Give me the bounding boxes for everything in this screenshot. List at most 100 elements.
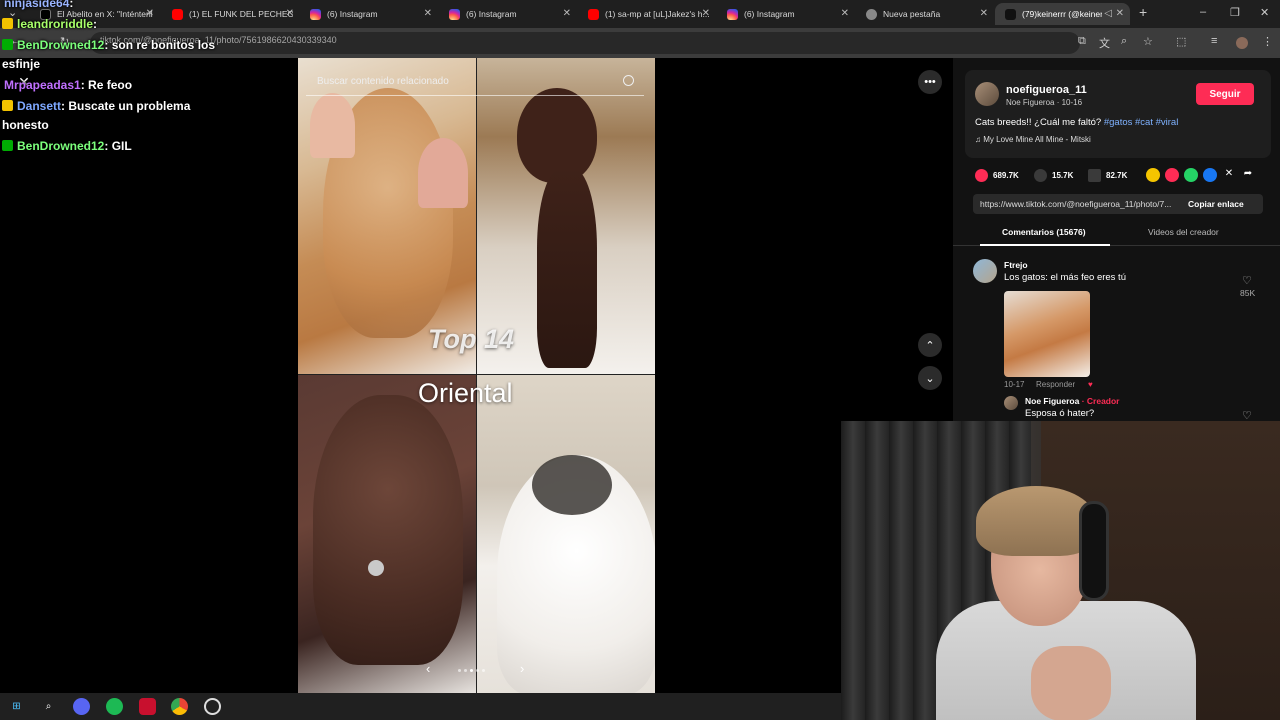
browser-tab-3[interactable]: (6) Instagram ✕ [300, 3, 438, 25]
comment-icon[interactable] [1034, 169, 1047, 182]
youtube-icon [588, 8, 599, 20]
crown-badge-icon [2, 100, 13, 111]
reply-avatar[interactable] [1004, 396, 1018, 410]
browser-tab-6[interactable]: (6) Instagram ✕ [717, 3, 855, 25]
copy-link-button[interactable]: Copiar enlace [1188, 199, 1244, 209]
tab-creator-videos[interactable]: Videos del creador [1148, 227, 1219, 237]
install-icon[interactable]: ⧉ [1078, 35, 1086, 48]
browser-tab-7[interactable]: Nueva pestaña ✕ [856, 3, 994, 25]
new-tab-button[interactable]: + [1139, 4, 1147, 20]
follow-button[interactable]: Seguir [1196, 83, 1254, 105]
close-tab-icon[interactable]: ✕ [424, 8, 432, 19]
stream-app-icon[interactable] [139, 698, 156, 715]
close-tab-icon[interactable]: ✕ [1116, 8, 1124, 19]
search-taskbar-icon[interactable]: ⌕ [40, 698, 57, 715]
mod-badge-icon [2, 140, 13, 151]
chat-message: ninjaside64: [4, 0, 74, 10]
author-username[interactable]: noefigueroa_11 [1006, 84, 1087, 96]
close-tab-icon[interactable]: ✕ [841, 8, 849, 19]
extensions-icon[interactable]: ⬚ [1176, 35, 1186, 48]
close-tab-icon[interactable]: ✕ [286, 8, 294, 19]
author-display-name: Noe Figueroa · 10-16 [1006, 98, 1083, 107]
comment-like-icon[interactable]: ♡ [1242, 274, 1252, 287]
commenter-avatar[interactable] [973, 259, 997, 283]
reply-text: Esposa ó hater? [1025, 408, 1095, 419]
chat-message-continuation: honesto [2, 118, 49, 132]
like-stat[interactable]: 689.7K [975, 169, 1019, 182]
webcam-overlay [841, 421, 1280, 720]
photo-carousel[interactable]: Buscar contenido relacionado Top 14 Orie… [298, 58, 655, 693]
share-arrow-icon[interactable]: ➦ [1241, 168, 1255, 182]
chrome-icon [866, 8, 877, 20]
cat-bell [368, 560, 384, 576]
comment-like-count: 85K [1240, 288, 1256, 298]
cat-photo-3 [298, 375, 476, 693]
reply-author: Noe Figueroa · Creador [1025, 396, 1120, 406]
translate-icon[interactable]: 文 [1099, 35, 1110, 51]
chat-message: Dansett: Buscate un problema [2, 99, 190, 113]
more-options-icon[interactable]: ••• [918, 70, 942, 94]
carousel-next-icon[interactable]: › [520, 661, 524, 676]
browser-tab-strip: ⌄ El Abelito en X: "Inténtenlo... ✕ (1) … [0, 0, 1280, 28]
minimize-icon[interactable]: – [1200, 6, 1206, 18]
reply-button[interactable]: Responder [1036, 380, 1075, 389]
author-avatar[interactable] [975, 82, 999, 106]
carousel-dot[interactable] [482, 669, 485, 672]
cat-ear [418, 138, 468, 208]
heart-icon[interactable] [975, 169, 988, 182]
obs-icon[interactable] [204, 698, 221, 715]
cat-body [537, 168, 597, 368]
repost-icon[interactable] [1165, 168, 1179, 182]
creator-liked-icon: ♥ [1088, 380, 1093, 389]
whatsapp-icon[interactable] [1184, 168, 1198, 182]
tab-comments[interactable]: Comentarios (15676) [1002, 227, 1086, 237]
carousel-dot-active[interactable] [470, 669, 473, 672]
facebook-icon[interactable] [1203, 168, 1217, 182]
close-tab-icon[interactable]: ✕ [702, 8, 710, 19]
chat-message: leandroriddle: [2, 17, 97, 31]
mute-tab-icon[interactable]: ◁ [1104, 8, 1112, 19]
media-icon[interactable]: ≡ [1211, 35, 1217, 47]
close-tab-icon[interactable]: ✕ [146, 8, 154, 19]
carousel-dot[interactable] [458, 669, 461, 672]
post-hashtags[interactable]: #gatos #cat #viral [1104, 117, 1178, 128]
browser-tab-8-active[interactable]: (79)keinerrr (@keinerrr... ◁ ✕ [995, 3, 1130, 25]
next-post-button[interactable]: ⌄ [918, 366, 942, 390]
cat-ear [310, 93, 355, 158]
bookmark-star-icon[interactable]: ☆ [1143, 35, 1153, 48]
chat-message: BenDrowned12: GIL [2, 139, 132, 153]
x-share-icon[interactable]: ✕ [1222, 168, 1236, 182]
carousel-dot[interactable] [476, 669, 479, 672]
bookmark-icon[interactable] [1088, 169, 1101, 182]
screen: ⌄ El Abelito en X: "Inténtenlo... ✕ (1) … [0, 0, 1280, 720]
comment-stat[interactable]: 15.7K [1034, 169, 1073, 182]
close-tab-icon[interactable]: ✕ [980, 8, 988, 19]
profile-avatar[interactable] [1236, 37, 1248, 49]
close-tab-icon[interactable]: ✕ [563, 8, 571, 19]
browser-tab-5[interactable]: (1) sa-mp at [uL]Jakez's h... ✕ [578, 3, 716, 25]
post-music[interactable]: ♫ My Love Mine All Mine - Mitski [975, 135, 1091, 144]
carousel-dots [458, 669, 485, 672]
post-link-text: https://www.tiktok.com/@noefigueroa_11/p… [980, 199, 1172, 209]
zoom-icon[interactable]: ⌕ [1121, 35, 1127, 48]
browser-tab-2[interactable]: (1) EL FUNK DEL PECHEO ✕ [162, 3, 300, 25]
spotify-icon[interactable] [106, 698, 123, 715]
windows-start-icon[interactable]: ⊞ [8, 698, 25, 715]
search-icon[interactable] [623, 75, 634, 86]
coin-share-icon[interactable] [1146, 168, 1160, 182]
carousel-prev-icon[interactable]: ‹ [426, 661, 430, 676]
discord-icon[interactable] [73, 698, 90, 715]
carousel-dot[interactable] [464, 669, 467, 672]
save-stat[interactable]: 82.7K [1088, 169, 1127, 182]
comment-photo[interactable] [1004, 291, 1090, 377]
previous-post-button[interactable]: ⌃ [918, 333, 942, 357]
browser-tab-4[interactable]: (6) Instagram ✕ [439, 3, 577, 25]
chrome-taskbar-icon[interactable] [171, 698, 188, 715]
maximize-icon[interactable]: ❐ [1230, 6, 1240, 19]
close-window-icon[interactable]: ✕ [1260, 6, 1269, 19]
menu-icon[interactable]: ⋮ [1262, 35, 1273, 48]
related-search-input[interactable]: Buscar contenido relacionado [306, 70, 644, 96]
comment-author[interactable]: Ftrejo [1004, 260, 1028, 270]
mod-badge-icon [2, 39, 13, 50]
chat-message: BenDrowned12: son re bonitos los [2, 38, 215, 52]
